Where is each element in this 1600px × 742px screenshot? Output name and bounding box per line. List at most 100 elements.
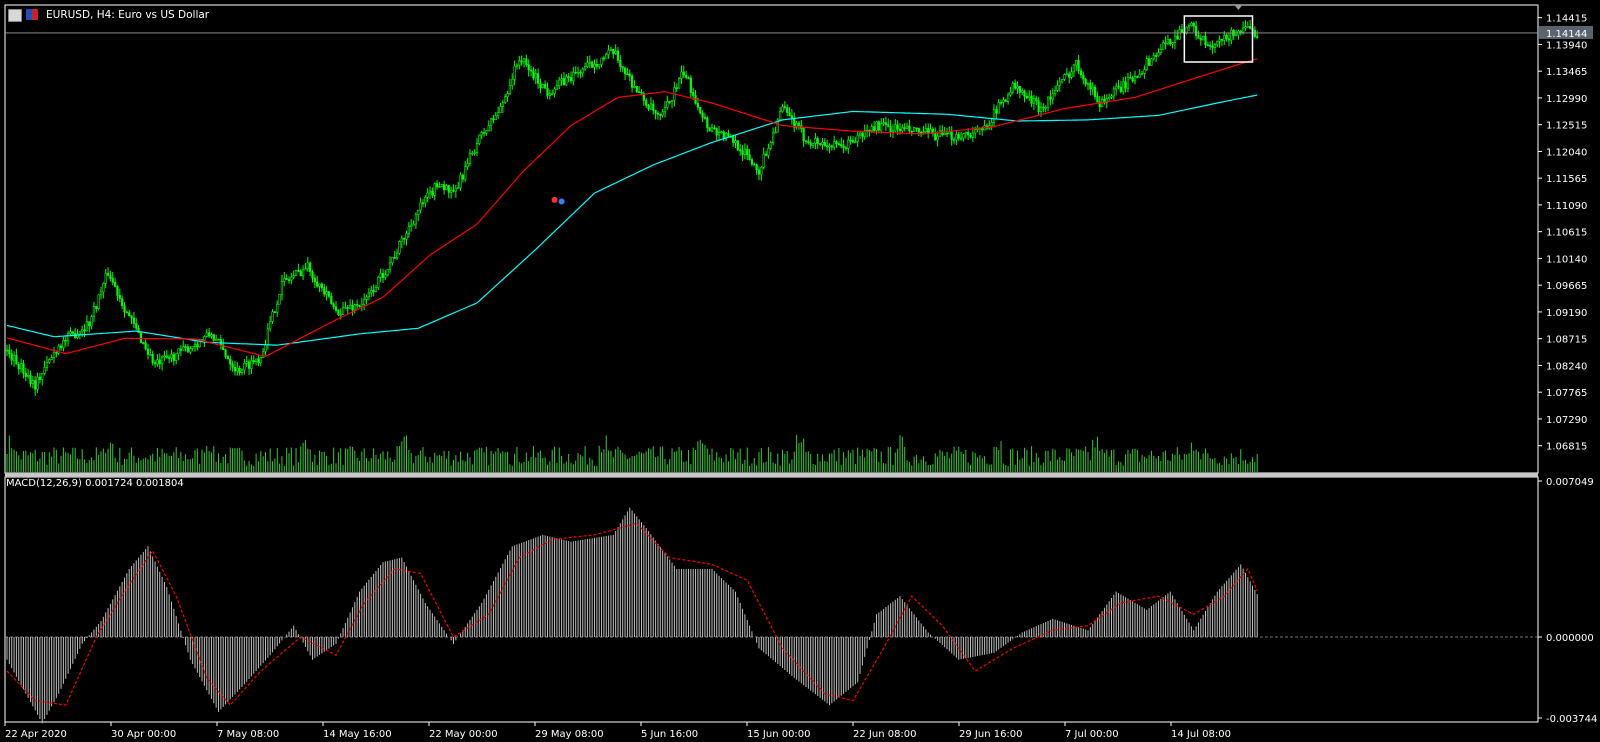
candle-body — [551, 93, 554, 95]
candle-body — [428, 190, 432, 194]
candle-body — [1112, 88, 1115, 97]
candle-body — [917, 127, 920, 133]
candle-body — [337, 309, 340, 315]
candle-body — [908, 125, 911, 132]
candle-body — [356, 304, 359, 306]
candle-body — [924, 128, 927, 133]
candle-body — [626, 73, 629, 76]
candle-body — [682, 71, 685, 76]
candle-body — [22, 363, 25, 374]
candle-body — [687, 77, 690, 79]
candle-body — [12, 354, 16, 361]
candle-body — [583, 66, 587, 70]
candle-body — [943, 132, 946, 135]
candle-body — [426, 192, 429, 198]
candle-body — [442, 184, 446, 191]
candle-body — [600, 57, 603, 65]
candle-body — [529, 69, 533, 72]
candle-body — [520, 60, 523, 63]
candle-body — [717, 131, 721, 136]
candle-body — [1068, 73, 1071, 78]
candle-body — [821, 141, 824, 145]
candle-body — [811, 143, 815, 146]
candle-body — [1077, 60, 1080, 71]
candle-body — [823, 141, 826, 146]
candle-body — [576, 71, 580, 74]
candle-body — [1049, 96, 1052, 100]
candle-body — [981, 128, 984, 131]
candle-body — [870, 126, 873, 132]
candle-body — [494, 115, 497, 121]
candle-body — [95, 306, 98, 309]
price-tick-label: 1.08715 — [1546, 335, 1587, 346]
candle-body — [97, 294, 100, 309]
candle-body — [837, 143, 840, 146]
candle-body — [971, 132, 974, 138]
candle-body — [1079, 70, 1083, 76]
candle-body — [290, 276, 293, 281]
candle-body — [130, 315, 133, 319]
candle-body — [146, 348, 150, 355]
candle-body — [464, 166, 467, 180]
candle-body — [842, 145, 845, 149]
candle-body — [649, 103, 652, 110]
candle-body — [912, 127, 916, 132]
candle-body — [450, 189, 453, 193]
candle-body — [948, 131, 951, 135]
candle-body — [847, 139, 850, 149]
candle-body — [1206, 44, 1209, 47]
candle-body — [128, 312, 131, 316]
candle-body — [41, 373, 44, 380]
candle-body — [1091, 86, 1094, 90]
candle-body — [64, 340, 67, 342]
candle-body — [685, 74, 688, 78]
candle-body — [196, 344, 199, 348]
candle-body — [313, 277, 316, 283]
candle-body — [887, 124, 890, 127]
candle-body — [262, 351, 265, 358]
candle-body — [515, 64, 519, 67]
candle-body — [828, 145, 831, 148]
candle-body — [447, 185, 450, 193]
candle-body — [915, 127, 918, 130]
candle-body — [621, 66, 624, 69]
candle-body — [666, 101, 669, 108]
candle-body — [609, 48, 613, 51]
candle-body — [346, 307, 349, 309]
candle-body — [767, 147, 770, 156]
candle-body — [670, 99, 674, 102]
candle-body — [245, 361, 248, 364]
candle-body — [62, 340, 65, 349]
candle-body — [692, 92, 695, 96]
candle-body — [294, 270, 298, 276]
candle-body — [659, 113, 662, 116]
candle-body — [386, 269, 389, 276]
candle-body — [31, 380, 34, 385]
candle-body — [786, 107, 789, 113]
candle-body — [1126, 76, 1130, 89]
candle-body — [224, 349, 227, 357]
candle-body — [779, 111, 782, 121]
candle-body — [384, 274, 387, 278]
current-price-label: 1.14144 — [1546, 29, 1587, 40]
candle-body — [884, 122, 887, 125]
candle-body — [816, 138, 819, 144]
candle-body — [835, 141, 838, 145]
candle-body — [938, 130, 942, 137]
price-tick-label: 1.13465 — [1546, 67, 1587, 78]
candle-body — [106, 272, 110, 276]
candle-body — [1143, 69, 1146, 74]
price-tick-label: 1.07765 — [1546, 388, 1587, 399]
candle-body — [741, 150, 744, 155]
time-tick-label: 22 Jun 08:00 — [853, 729, 917, 740]
candle-body — [482, 132, 486, 134]
candle-body — [753, 163, 756, 166]
candle-body — [645, 100, 648, 106]
candle-body — [1108, 96, 1111, 99]
candle-body — [638, 91, 641, 93]
candle-body — [34, 380, 37, 390]
candle-body — [27, 375, 30, 377]
ma-fast-line — [6, 58, 1258, 358]
chart-canvas[interactable]: 1.14415 1.13940 1.13465 1.12990 1.12515 1.120… — [0, 0, 1600, 742]
candle-body — [24, 372, 27, 377]
